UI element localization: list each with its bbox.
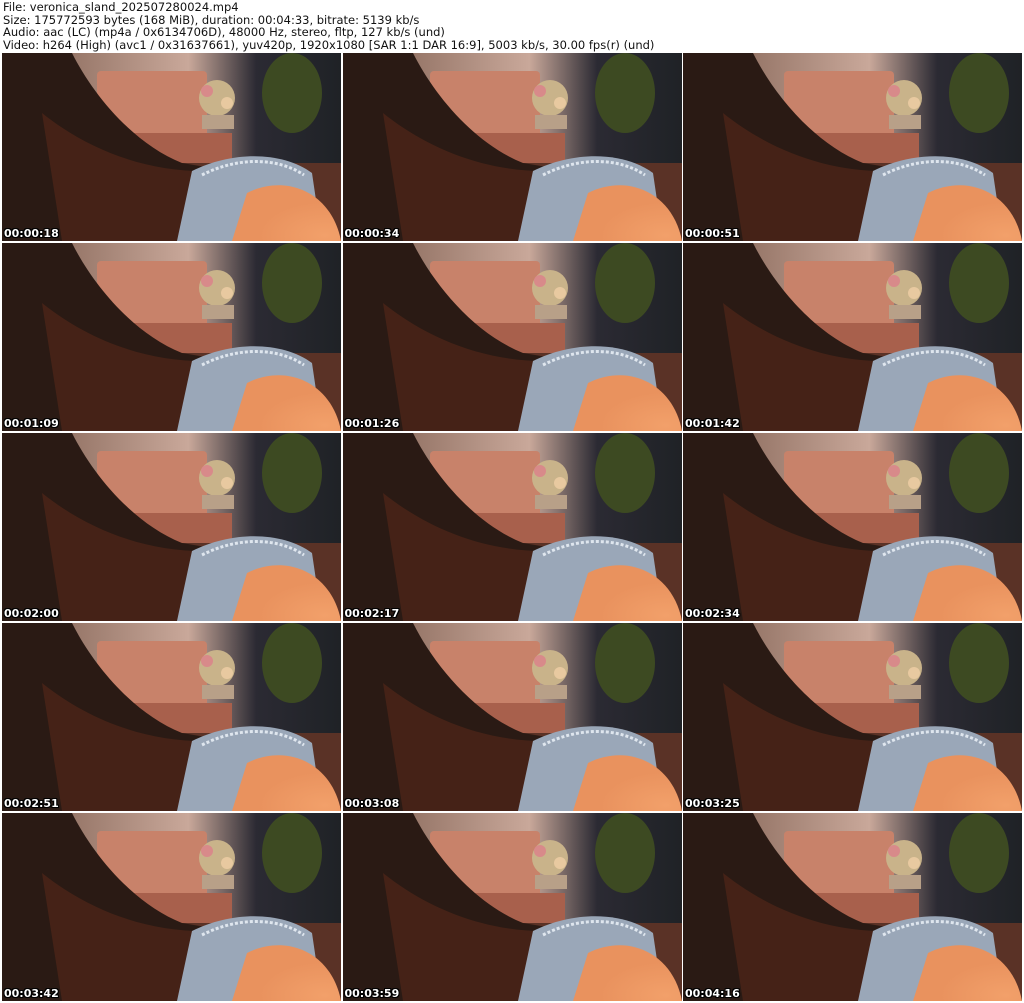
video-thumbnail: 00:03:08 xyxy=(342,623,682,811)
audio-info-line: Audio: aac (LC) (mp4a / 0x6134706D), 480… xyxy=(3,25,445,39)
frame-image xyxy=(683,433,1022,621)
timestamp-label: 00:03:42 xyxy=(4,987,59,1000)
timestamp-label: 00:00:18 xyxy=(4,227,59,240)
thumbnail-grid: 00:00:18 00:00:34 00:00:51 00:01:09 00:01:26… xyxy=(2,53,1022,1001)
frame-image xyxy=(2,53,341,241)
timestamp-label: 00:04:16 xyxy=(685,987,740,1000)
frame-image xyxy=(2,813,341,1001)
frame-image xyxy=(683,813,1022,1001)
frame-image xyxy=(342,433,682,621)
timestamp-label: 00:03:08 xyxy=(344,797,400,810)
timestamp-label: 00:01:26 xyxy=(344,417,400,430)
video-thumbnail: 00:02:34 xyxy=(683,433,1022,621)
file-name-line: File: veronica_sland_202507280024.mp4 xyxy=(3,0,239,14)
video-thumbnail: 00:03:25 xyxy=(683,623,1022,811)
timestamp-label: 00:02:34 xyxy=(685,607,740,620)
frame-image xyxy=(2,433,341,621)
video-thumbnail: 00:02:00 xyxy=(2,433,341,621)
timestamp-label: 00:01:42 xyxy=(685,417,740,430)
video-thumbnail: 00:01:09 xyxy=(2,243,341,431)
frame-image xyxy=(2,623,341,811)
video-thumbnail: 00:03:42 xyxy=(2,813,341,1001)
video-thumbnail: 00:02:51 xyxy=(2,623,341,811)
video-thumbnail: 00:00:34 xyxy=(342,53,682,241)
timestamp-label: 00:02:00 xyxy=(4,607,59,620)
video-info-line: Video: h264 (High) (avc1 / 0x31637661), … xyxy=(3,37,655,52)
media-info-header: File: veronica_sland_202507280024.mp4 Si… xyxy=(3,1,654,51)
frame-image xyxy=(342,243,682,431)
timestamp-label: 00:02:51 xyxy=(4,797,59,810)
frame-image xyxy=(342,813,682,1001)
timestamp-label: 00:00:51 xyxy=(685,227,740,240)
timestamp-label: 00:02:17 xyxy=(344,607,400,620)
video-thumbnail: 00:01:26 xyxy=(342,243,682,431)
video-thumbnail: 00:02:17 xyxy=(342,433,682,621)
frame-image xyxy=(342,53,682,241)
video-thumbnail: 00:00:51 xyxy=(683,53,1022,241)
timestamp-label: 00:03:59 xyxy=(344,987,400,1000)
video-thumbnail: 00:04:16 xyxy=(683,813,1022,1001)
frame-image xyxy=(683,623,1022,811)
contact-sheet: File: veronica_sland_202507280024.mp4 Si… xyxy=(0,0,1024,1003)
timestamp-label: 00:03:25 xyxy=(685,797,740,810)
video-thumbnail: 00:01:42 xyxy=(683,243,1022,431)
frame-image xyxy=(683,243,1022,431)
frame-image xyxy=(683,53,1022,241)
video-thumbnail: 00:00:18 xyxy=(2,53,341,241)
video-thumbnail: 00:03:59 xyxy=(342,813,682,1001)
frame-image xyxy=(342,623,682,811)
frame-image xyxy=(2,243,341,431)
timestamp-label: 00:00:34 xyxy=(344,227,400,240)
timestamp-label: 00:01:09 xyxy=(4,417,59,430)
